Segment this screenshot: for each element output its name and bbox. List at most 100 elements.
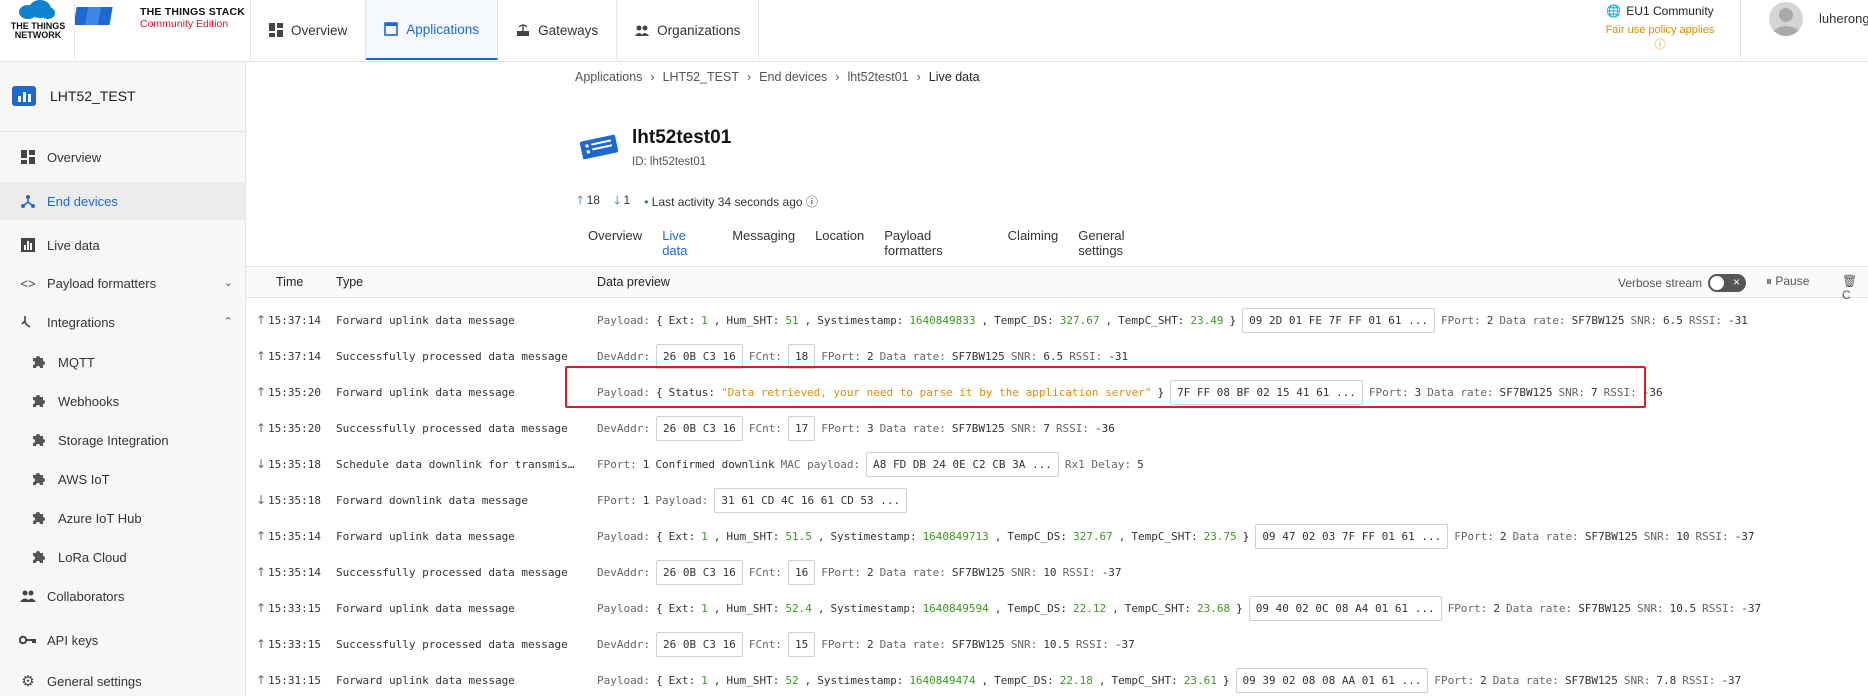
nav-applications[interactable]: Applications [366, 0, 499, 60]
event-time: 15:35:14 [268, 530, 321, 543]
devaddr-value[interactable]: 26 0B C3 16 [655, 559, 743, 585]
fport-value: 2 [866, 637, 874, 651]
field-value: 327.67 [1059, 313, 1100, 327]
snr-label: SNR: [1623, 673, 1651, 687]
field-key: Ext: [668, 313, 696, 327]
verbose-stream-toggle[interactable]: Verbose stream × [1618, 274, 1747, 292]
table-row[interactable]: ↑ 15:35:20 Forward uplink data message P… [246, 376, 1868, 412]
nav-organizations-label: Organizations [657, 22, 741, 38]
table-row[interactable]: ↓ 15:35:18 Schedule data downlink for tr… [246, 448, 1868, 484]
nav-applications-label: Applications [406, 21, 480, 37]
event-data: FPort: 1 Payload: 31 61 CD 4C 16 61 CD 53… [597, 485, 908, 515]
chevron-down-icon[interactable]: ⌄ [224, 276, 233, 289]
ttn-logo[interactable]: THE THINGS NETWORK [6, 0, 75, 60]
breadcrumb-device[interactable]: lht52test01 [847, 70, 908, 84]
rate-label: Data rate: [1427, 385, 1494, 399]
field-key: TempC_DS: [1007, 601, 1068, 615]
toggle-switch[interactable]: × [1708, 274, 1747, 292]
organization-icon [635, 25, 650, 36]
rate-value: SF7BW125 [951, 349, 1005, 363]
app-header[interactable]: LHT52_TEST [12, 86, 136, 106]
rate-label: Data rate: [879, 637, 946, 651]
sidebar-item-azure-iot-hub[interactable]: Azure IoT Hub [0, 499, 245, 537]
sidebar-item-collaborators[interactable]: Collaborators [0, 577, 245, 615]
pause-button[interactable]: ⏸ Pause [1766, 274, 1809, 289]
table-row[interactable]: ↑ 15:33:15 Forward uplink data message P… [246, 592, 1868, 628]
rssi-label: RSSI: [1695, 529, 1729, 543]
nav-gateways-label: Gateways [538, 22, 599, 38]
chevron-right-icon: › [650, 70, 655, 84]
fport-value: 1 [642, 457, 650, 471]
hex-payload[interactable]: 31 61 CD 4C 16 61 CD 53 ... [714, 487, 908, 513]
sidebar-item-label: Overview [47, 149, 102, 165]
event-type: Schedule data downlink for transmission [336, 458, 581, 471]
table-row[interactable]: ↓ 15:35:18 Forward downlink data message… [246, 484, 1868, 520]
chart-icon [19, 237, 37, 253]
user-menu[interactable]: luherong [1740, 0, 1868, 60]
fport-label: FPort: [1368, 385, 1409, 399]
sidebar-item-integrations[interactable]: Integrations ⌃ [0, 303, 245, 341]
breadcrumb-applications[interactable]: Applications [575, 70, 642, 84]
devaddr-value[interactable]: 26 0B C3 16 [655, 415, 743, 441]
nav-gateways[interactable]: Gateways [498, 0, 618, 60]
sidebar-item-api-keys[interactable]: API keys [0, 621, 245, 659]
table-row[interactable]: ↑ 15:35:14 Successfully processed data m… [246, 556, 1868, 592]
column-data-preview: Data preview [597, 275, 670, 289]
breadcrumb-live-data: Live data [928, 70, 980, 84]
downlink-arrow-icon: ↓ [256, 457, 267, 471]
cluster-info[interactable]: 🌐 EU1 Community Fair use policy applies ⓘ [1600, 4, 1720, 52]
nav-organizations[interactable]: Organizations [617, 0, 760, 60]
sidebar-item-label: Azure IoT Hub [58, 510, 142, 526]
sidebar-item-label: Payload formatters [47, 275, 157, 291]
sidebar-item-payload-formatters[interactable]: <> Payload formatters ⌄ [0, 264, 245, 302]
sidebar-item-label: MQTT [58, 354, 95, 370]
clear-button[interactable]: 🗑 C [1842, 274, 1868, 302]
table-row[interactable]: ↑ 15:31:15 Forward uplink data message P… [246, 664, 1868, 700]
fair-use-link[interactable]: Fair use policy applies [1606, 24, 1715, 36]
fport-value: 2 [1499, 529, 1507, 543]
mac-payload[interactable]: A8 FD DB 24 0E C2 CB 3A ... [866, 451, 1059, 477]
username: luherong [1819, 11, 1868, 26]
fcnt-value: 15 [787, 631, 816, 657]
help-icon[interactable]: ⓘ [806, 195, 818, 209]
rssi-label: RSSI: [1069, 349, 1103, 363]
sidebar-item-general-settings[interactable]: ⚙ General settings [0, 662, 245, 700]
hex-payload[interactable]: 09 39 02 08 08 AA 01 61 ... [1235, 667, 1429, 693]
rssi-value: -37 [1741, 601, 1762, 615]
devaddr-value[interactable]: 26 0B C3 16 [655, 343, 743, 369]
rssi-label: RSSI: [1062, 565, 1096, 579]
fport-label: FPort: [1434, 673, 1475, 687]
device-stats: 🡑 18 🡓 1 • Last activity 34 seconds ago … [577, 191, 818, 212]
sidebar-item-aws-iot[interactable]: AWS IoT [0, 460, 245, 498]
sidebar-item-mqtt[interactable]: MQTT [0, 343, 245, 381]
field-value: 1 [701, 601, 708, 615]
table-row[interactable]: ↑ 15:35:20 Successfully processed data m… [246, 412, 1868, 448]
field-value: 22.18 [1059, 673, 1093, 687]
fcnt-label: FCnt: [748, 565, 782, 579]
rssi-value: -36 [1642, 385, 1663, 399]
breadcrumb-application[interactable]: LHT52_TEST [663, 70, 739, 84]
hex-payload[interactable]: 7F FF 08 BF 02 15 41 61 ... [1170, 379, 1363, 405]
table-row[interactable]: ↑ 15:33:15 Successfully processed data m… [246, 628, 1868, 664]
devaddr-value[interactable]: 26 0B C3 16 [655, 631, 743, 657]
sidebar-item-live-data[interactable]: Live data [0, 226, 245, 264]
table-row[interactable]: ↑ 15:37:14 Successfully processed data m… [246, 340, 1868, 376]
snr-value: 10.5 [1043, 637, 1070, 651]
breadcrumb-end-devices[interactable]: End devices [759, 70, 827, 84]
sidebar-item-end-devices[interactable]: End devices [0, 182, 245, 220]
hex-payload[interactable]: 09 40 02 0C 08 A4 01 61 ... [1248, 595, 1442, 621]
sidebar-item-storage-integration[interactable]: Storage Integration [0, 421, 245, 459]
field-value: 1 [701, 313, 708, 327]
sidebar-item-lora-cloud[interactable]: LoRa Cloud [0, 538, 245, 576]
hex-payload[interactable]: 09 47 02 03 7F FF 01 61 ... [1255, 523, 1449, 549]
rate-label: Data rate: [879, 421, 946, 435]
merge-icon [19, 314, 37, 330]
table-row[interactable]: ↑ 15:35:14 Forward uplink data message P… [246, 520, 1868, 556]
hex-payload[interactable]: 09 2D 01 FE 7F FF 01 61 ... [1242, 307, 1435, 333]
nav-overview[interactable]: Overview [251, 0, 367, 60]
chevron-up-icon[interactable]: ⌃ [224, 315, 233, 328]
table-row[interactable]: ↑ 15:37:14 Forward uplink data message P… [246, 304, 1868, 340]
sidebar-item-webhooks[interactable]: Webhooks [0, 382, 245, 420]
snr-label: SNR: [1630, 313, 1658, 327]
sidebar-item-overview[interactable]: Overview [0, 138, 245, 176]
